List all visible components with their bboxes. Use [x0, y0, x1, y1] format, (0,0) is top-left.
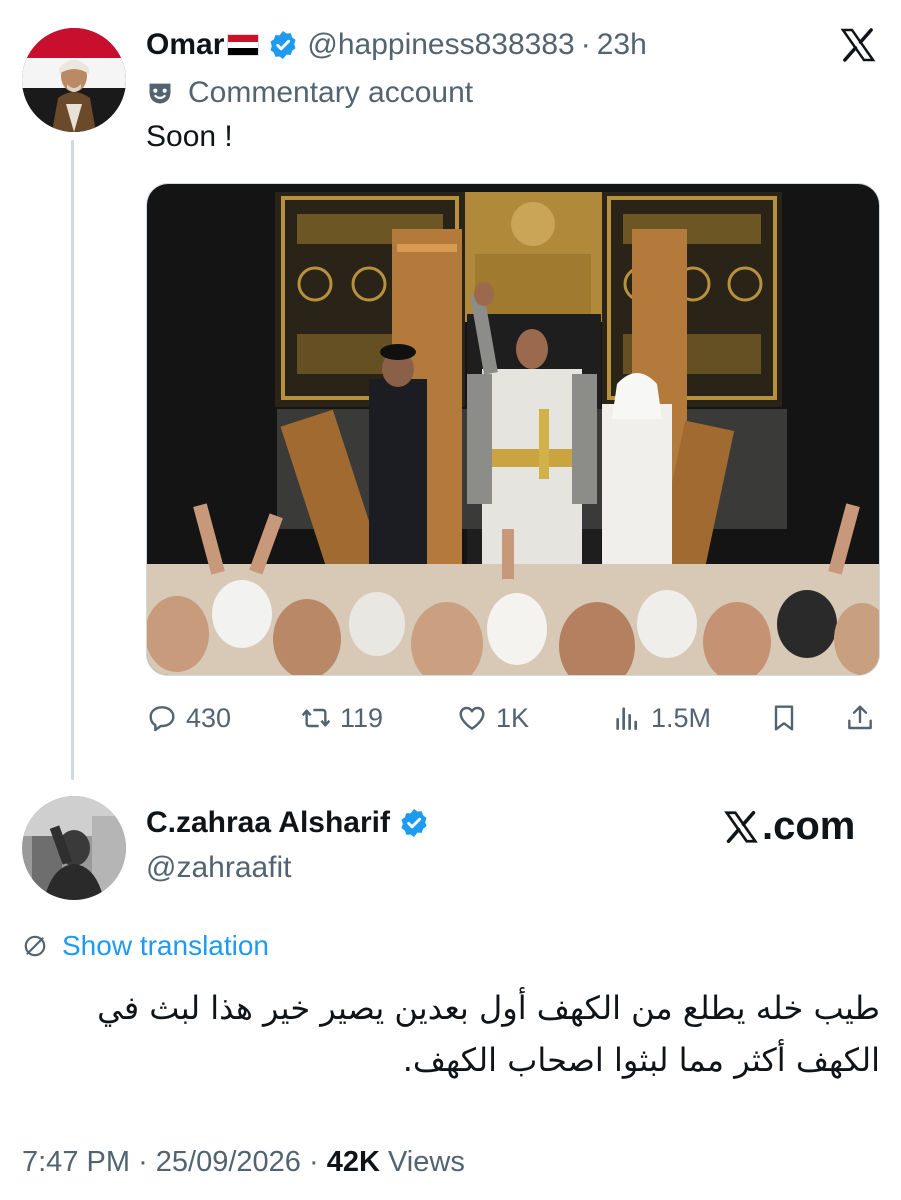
- x-logo-icon[interactable]: [838, 26, 878, 64]
- tweet2-meta: 7:47 PM · 25/09/2026 · 42K Views: [22, 1146, 465, 1179]
- globe-translate-icon: [24, 935, 46, 957]
- tweet1-time[interactable]: 23h: [597, 28, 647, 62]
- tweet1-display-name[interactable]: Omar: [146, 28, 224, 62]
- analytics-icon: [616, 707, 637, 730]
- tweet2-display-name[interactable]: C.zahraa Alsharif: [146, 806, 390, 840]
- tweet1-handle[interactable]: @happiness838383: [307, 28, 574, 62]
- tweet2-header: C.zahraa Alsharif: [146, 806, 430, 840]
- repost-icon: [301, 708, 331, 728]
- like-count: 1K: [496, 702, 530, 733]
- show-translation-link[interactable]: Show translation: [22, 930, 269, 962]
- commentary-account-text: Commentary account: [188, 76, 474, 109]
- commentary-account-label[interactable]: Commentary account: [146, 72, 473, 114]
- tweet2-views-label: Views: [387, 1146, 465, 1178]
- tweet2-text: طيب خله يطلع من الكهف أول بعدين يصير خير…: [97, 989, 880, 1079]
- yemen-flag-icon: [227, 34, 260, 56]
- separator-dot: ·: [138, 1146, 156, 1178]
- verified-badge-icon[interactable]: [398, 807, 430, 839]
- theater-mask-icon: [149, 83, 171, 104]
- verified-badge-icon[interactable]: [267, 29, 299, 61]
- bookmark-icon: [774, 705, 794, 731]
- views-button[interactable]: 1.5M: [611, 696, 711, 740]
- tweet2-views-count: 42K: [326, 1146, 380, 1178]
- tweet2-time[interactable]: 7:47 PM: [22, 1146, 130, 1178]
- x-com-watermark: .com: [722, 804, 855, 849]
- views-count: 1.5M: [651, 702, 712, 733]
- x-com-text: .com: [762, 804, 856, 848]
- reply-icon: [149, 706, 175, 732]
- tweet2-handle[interactable]: @zahraafit: [146, 851, 292, 885]
- tweet1-media-photo[interactable]: [146, 183, 880, 676]
- thread-connector-line: [71, 140, 74, 780]
- like-button[interactable]: 1K: [456, 696, 529, 740]
- heart-icon: [459, 706, 485, 730]
- share-button[interactable]: [844, 696, 884, 740]
- tweet2-date[interactable]: 25/09/2026: [156, 1146, 301, 1178]
- separator-dot: ·: [309, 1146, 327, 1178]
- bookmark-button[interactable]: [768, 696, 808, 740]
- tweet1-text: Soon !: [146, 120, 233, 153]
- x-logo-icon: [724, 810, 758, 843]
- repost-button[interactable]: 119: [300, 696, 383, 740]
- tweet1-action-bar: 430 119 1K 1.5M: [146, 696, 880, 740]
- reply-button[interactable]: 430: [146, 696, 231, 740]
- reply-count: 430: [186, 702, 232, 733]
- avatar-zahraa[interactable]: [22, 796, 126, 900]
- separator-dot: ·: [580, 28, 591, 61]
- share-icon: [848, 705, 872, 730]
- avatar-omar[interactable]: [22, 28, 126, 132]
- repost-count: 119: [340, 702, 384, 733]
- show-translation-text: Show translation: [62, 930, 270, 961]
- tweet1-header: Omar @happiness838383 · 23h: [146, 22, 647, 68]
